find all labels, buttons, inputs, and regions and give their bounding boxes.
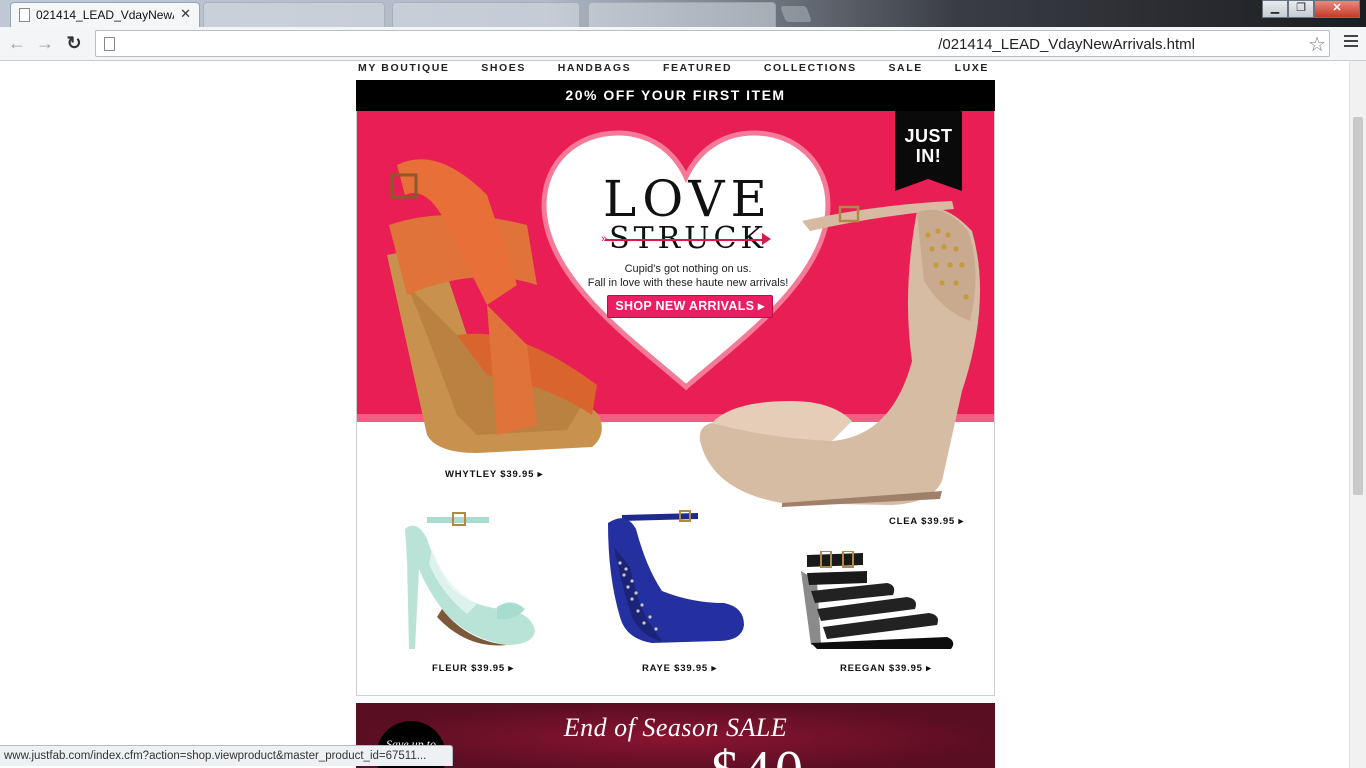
vertical-scrollbar[interactable] <box>1349 61 1366 768</box>
product-label-whytley[interactable]: WHYTLEY $39.95 ▸ <box>445 469 543 480</box>
scroll-thumb[interactable] <box>1353 117 1363 495</box>
title-bar: 021414_LEAD_VdayNewAr ✕ ▁ ❐ ✕ <box>0 0 1366 27</box>
browser-toolbar: ← → ↻ /021414_LEAD_VdayNewArrivals.html … <box>0 27 1366 61</box>
nav-handbags[interactable]: HANDBAGS <box>558 61 631 79</box>
nude-suede-wedge-icon[interactable] <box>692 191 992 511</box>
top-navigation: MY BOUTIQUE SHOES HANDBAGS FEATURED COLL… <box>356 61 995 79</box>
just-in-line-1: JUST <box>904 126 953 146</box>
status-bar-url: www.justfab.com/index.cfm?action=shop.vi… <box>0 745 453 766</box>
close-window-button[interactable]: ✕ <box>1314 0 1360 18</box>
blue-studded-wedge-icon[interactable] <box>602 507 747 649</box>
maximize-button[interactable]: ❐ <box>1288 0 1314 18</box>
tab-inactive[interactable] <box>203 2 385 27</box>
nav-luxe[interactable]: LUXE <box>955 61 989 79</box>
nav-shoes[interactable]: SHOES <box>481 61 526 79</box>
minimize-button[interactable]: ▁ <box>1262 0 1288 18</box>
menu-icon[interactable] <box>1344 35 1358 50</box>
page-icon <box>104 37 115 51</box>
page-icon <box>19 8 30 22</box>
tab-inactive[interactable] <box>588 2 776 27</box>
mint-peep-toe-pump-icon[interactable] <box>397 509 542 651</box>
address-bar[interactable]: /021414_LEAD_VdayNewArrivals.html ☆ <box>95 30 1330 57</box>
page-viewport: MY BOUTIQUE SHOES HANDBAGS FEATURED COLL… <box>0 61 1366 768</box>
nav-featured[interactable]: FEATURED <box>663 61 732 79</box>
product-label-clea[interactable]: CLEA $39.95 ▸ <box>889 516 964 527</box>
promo-banner[interactable]: 20% OFF YOUR FIRST ITEM <box>356 80 995 111</box>
back-button[interactable]: ← <box>6 33 28 55</box>
url-text[interactable]: /021414_LEAD_VdayNewArrivals.html <box>938 36 1195 53</box>
orange-platform-wedge-sandal-icon[interactable] <box>367 135 612 455</box>
sale-title: End of Season SALE <box>563 713 788 742</box>
just-in-badge: JUST IN! <box>895 111 962 189</box>
tab-title: 021414_LEAD_VdayNewAr <box>36 8 174 22</box>
black-gladiator-sandal-icon[interactable] <box>797 551 957 651</box>
nav-sale[interactable]: SALE <box>888 61 922 79</box>
bookmark-star-icon[interactable]: ☆ <box>1308 32 1326 57</box>
forward-button[interactable]: → <box>34 33 56 55</box>
nav-collections[interactable]: COLLECTIONS <box>764 61 857 79</box>
sale-price: $40 <box>711 743 807 768</box>
tab-inactive[interactable] <box>392 2 580 27</box>
hero-section[interactable]: LOVE STRUCK » Cupid's got nothing on us.… <box>356 111 995 696</box>
product-label-raye[interactable]: RAYE $39.95 ▸ <box>642 663 717 674</box>
product-label-fleur[interactable]: FLEUR $39.95 ▸ <box>432 663 514 674</box>
ribbon-notch <box>895 179 962 191</box>
window-controls: ▁ ❐ ✕ <box>1262 0 1360 18</box>
tab-active[interactable]: 021414_LEAD_VdayNewAr ✕ <box>10 2 200 27</box>
reload-button[interactable]: ↻ <box>63 33 85 55</box>
nav-my-boutique[interactable]: MY BOUTIQUE <box>358 61 450 79</box>
just-in-line-2: IN! <box>915 146 942 166</box>
new-tab-button[interactable] <box>780 6 812 22</box>
product-label-reegan[interactable]: REEGAN $39.95 ▸ <box>840 663 932 674</box>
close-tab-icon[interactable]: ✕ <box>180 6 191 22</box>
